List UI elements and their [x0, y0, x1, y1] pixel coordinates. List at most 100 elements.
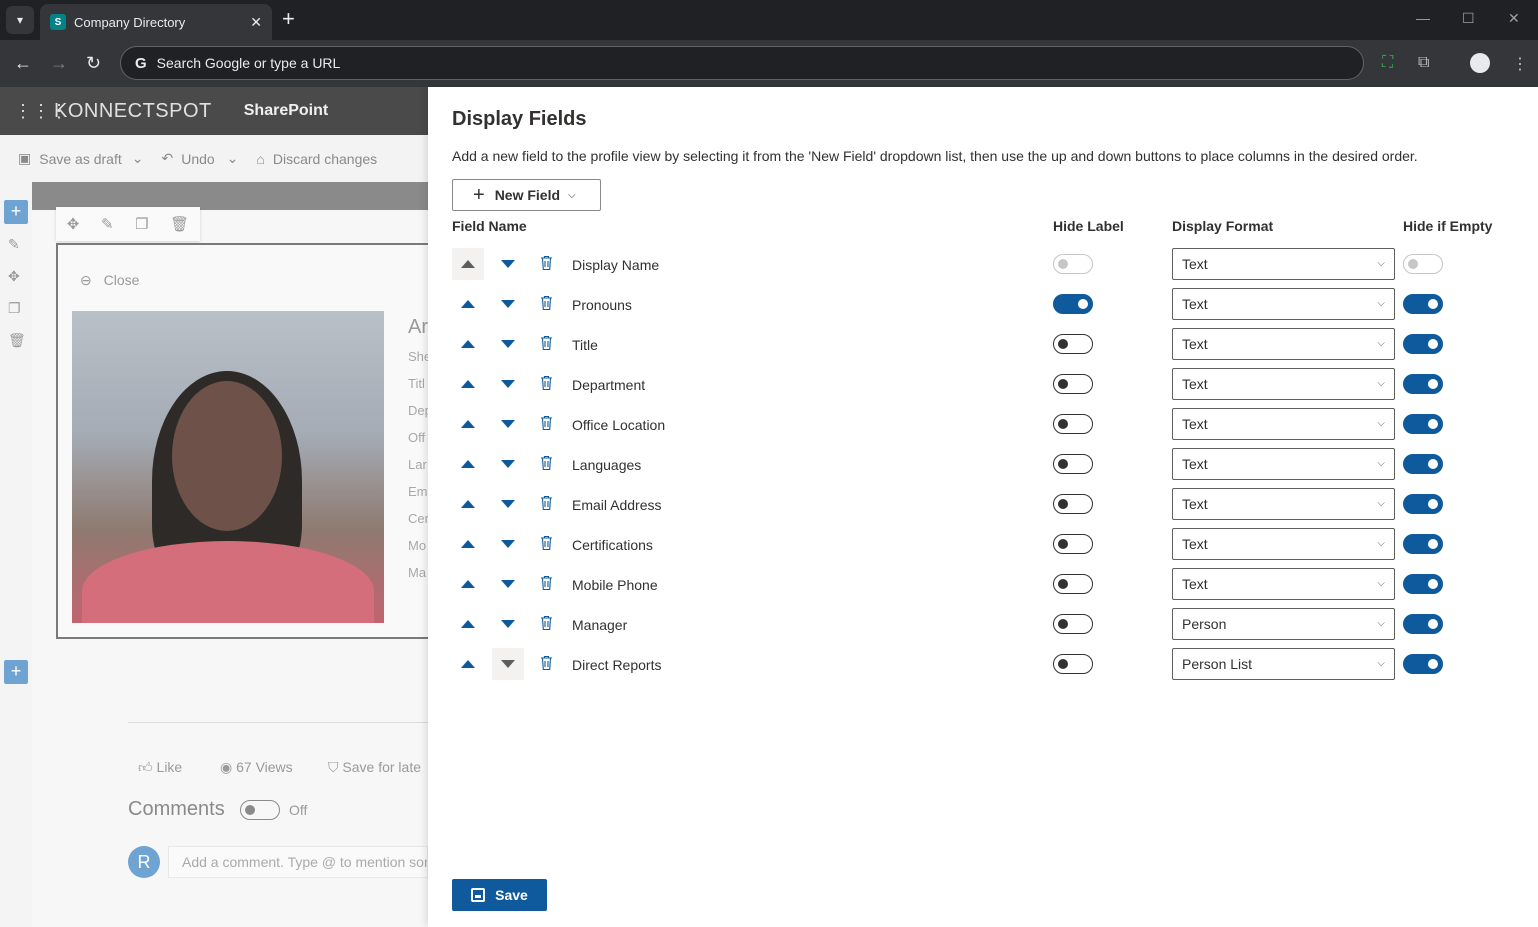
hide-label-toggle[interactable]	[1053, 494, 1093, 514]
tab-close-icon[interactable]: ✕	[250, 14, 262, 31]
delete-field-icon[interactable]	[540, 255, 553, 271]
close-link[interactable]: ⊖ Close	[80, 272, 139, 289]
display-format-dropdown[interactable]: Person ⌵	[1172, 608, 1395, 640]
hide-label-toggle[interactable]	[1053, 454, 1093, 474]
undo-button[interactable]: ↶ Undo ⌄	[161, 150, 238, 167]
hide-if-empty-toggle[interactable]	[1403, 614, 1443, 634]
screen-capture-icon[interactable]: ⛶	[1382, 54, 1393, 72]
hide-label-toggle[interactable]	[1053, 574, 1093, 594]
omnibox[interactable]: G Search Google or type a URL	[120, 46, 1364, 80]
hide-if-empty-toggle[interactable]	[1403, 374, 1443, 394]
move-down-button[interactable]	[492, 528, 524, 560]
display-format-dropdown[interactable]: Text ⌵	[1172, 528, 1395, 560]
move-up-button[interactable]	[452, 488, 484, 520]
reload-icon[interactable]: ↻	[86, 52, 101, 74]
profile-avatar-icon[interactable]	[1470, 53, 1490, 73]
delete-field-icon[interactable]	[540, 295, 553, 311]
hide-if-empty-toggle[interactable]	[1403, 254, 1443, 274]
move-down-button[interactable]	[492, 288, 524, 320]
duplicate-section-icon[interactable]: ❐	[8, 300, 21, 317]
forward-icon[interactable]: →	[50, 52, 68, 74]
extensions-icon[interactable]: ⧉	[1418, 54, 1429, 72]
hide-if-empty-toggle[interactable]	[1403, 334, 1443, 354]
display-format-dropdown[interactable]: Text ⌵	[1172, 288, 1395, 320]
hide-label-toggle[interactable]	[1053, 654, 1093, 674]
app-launcher-icon[interactable]: ⋮⋮⋮	[14, 101, 68, 122]
move-up-button[interactable]	[452, 248, 484, 280]
move-down-button[interactable]	[492, 328, 524, 360]
save-for-later-button[interactable]: ⛉ Save for late	[328, 759, 428, 776]
move-up-button[interactable]	[452, 648, 484, 680]
hide-if-empty-toggle[interactable]	[1403, 414, 1443, 434]
edit-pencil-icon[interactable]: ✎	[101, 215, 114, 233]
hide-if-empty-toggle[interactable]	[1403, 574, 1443, 594]
display-format-dropdown[interactable]: Text ⌵	[1172, 328, 1395, 360]
new-tab-button[interactable]: +	[282, 8, 295, 30]
delete-field-icon[interactable]	[540, 415, 553, 431]
minimize-icon[interactable]: —	[1416, 10, 1430, 26]
hide-label-toggle[interactable]	[1053, 374, 1093, 394]
move-down-button[interactable]	[492, 368, 524, 400]
move-up-button[interactable]	[452, 328, 484, 360]
maximize-icon[interactable]: ☐	[1462, 10, 1475, 27]
window-close-icon[interactable]: ✕	[1508, 10, 1520, 27]
add-section-button-bottom[interactable]: +	[4, 660, 28, 684]
like-button[interactable]: 👍︎ Like	[138, 759, 182, 776]
move-up-button[interactable]	[452, 528, 484, 560]
move-down-button[interactable]	[492, 648, 524, 680]
delete-field-icon[interactable]	[540, 455, 553, 471]
move-up-button[interactable]	[452, 368, 484, 400]
chevron-down-icon[interactable]: ⌄	[227, 150, 239, 167]
move-up-button[interactable]	[452, 608, 484, 640]
back-icon[interactable]: ←	[14, 52, 32, 74]
move-down-button[interactable]	[492, 448, 524, 480]
menu-kebab-icon[interactable]: ⋮	[1512, 54, 1528, 74]
move-down-button[interactable]	[492, 608, 524, 640]
delete-field-icon[interactable]	[540, 575, 553, 591]
tab-search-chevron-icon[interactable]: ▾	[6, 6, 34, 34]
move-down-button[interactable]	[492, 568, 524, 600]
delete-field-icon[interactable]	[540, 495, 553, 511]
move-down-button[interactable]	[492, 248, 524, 280]
browser-tab[interactable]: S Company Directory ✕	[40, 4, 272, 40]
display-format-dropdown[interactable]: Text ⌵	[1172, 568, 1395, 600]
chevron-down-icon[interactable]: ⌄	[132, 150, 144, 167]
hide-label-toggle[interactable]	[1053, 254, 1093, 274]
delete-icon[interactable]: 🗑	[170, 215, 189, 233]
display-format-dropdown[interactable]: Person List ⌵	[1172, 648, 1395, 680]
delete-field-icon[interactable]	[540, 535, 553, 551]
discard-changes-button[interactable]: ⌂ Discard changes	[256, 151, 377, 167]
duplicate-icon[interactable]: ❐	[135, 215, 148, 233]
hide-label-toggle[interactable]	[1053, 534, 1093, 554]
hide-label-toggle[interactable]	[1053, 414, 1093, 434]
hide-label-toggle[interactable]	[1053, 294, 1093, 314]
display-format-dropdown[interactable]: Text ⌵	[1172, 488, 1395, 520]
save-draft-button[interactable]: ▣ Save as draft ⌄	[18, 150, 143, 167]
move-up-button[interactable]	[452, 288, 484, 320]
move-up-button[interactable]	[452, 568, 484, 600]
hide-label-toggle[interactable]	[1053, 334, 1093, 354]
hide-if-empty-toggle[interactable]	[1403, 454, 1443, 474]
hide-if-empty-toggle[interactable]	[1403, 294, 1443, 314]
hide-if-empty-toggle[interactable]	[1403, 534, 1443, 554]
move-down-button[interactable]	[492, 408, 524, 440]
new-field-button[interactable]: + New Field ⌵	[452, 179, 601, 211]
delete-section-icon[interactable]: 🗑	[8, 332, 26, 349]
hide-if-empty-toggle[interactable]	[1403, 654, 1443, 674]
move-section-icon[interactable]: ✥	[8, 268, 20, 285]
comment-input[interactable]: Add a comment. Type @ to mention sor	[168, 846, 428, 878]
site-logo[interactable]: KONNECTSPOT	[54, 100, 212, 123]
move-icon[interactable]: ✥	[67, 215, 80, 233]
display-format-dropdown[interactable]: Text ⌵	[1172, 368, 1395, 400]
display-format-dropdown[interactable]: Text ⌵	[1172, 248, 1395, 280]
save-button[interactable]: Save	[452, 879, 547, 911]
delete-field-icon[interactable]	[540, 375, 553, 391]
hide-label-toggle[interactable]	[1053, 614, 1093, 634]
site-name[interactable]: SharePoint	[244, 102, 328, 120]
add-section-button[interactable]: +	[4, 200, 28, 224]
move-up-button[interactable]	[452, 448, 484, 480]
display-format-dropdown[interactable]: Text ⌵	[1172, 408, 1395, 440]
delete-field-icon[interactable]	[540, 655, 553, 671]
comments-toggle[interactable]	[240, 800, 280, 820]
hide-if-empty-toggle[interactable]	[1403, 494, 1443, 514]
